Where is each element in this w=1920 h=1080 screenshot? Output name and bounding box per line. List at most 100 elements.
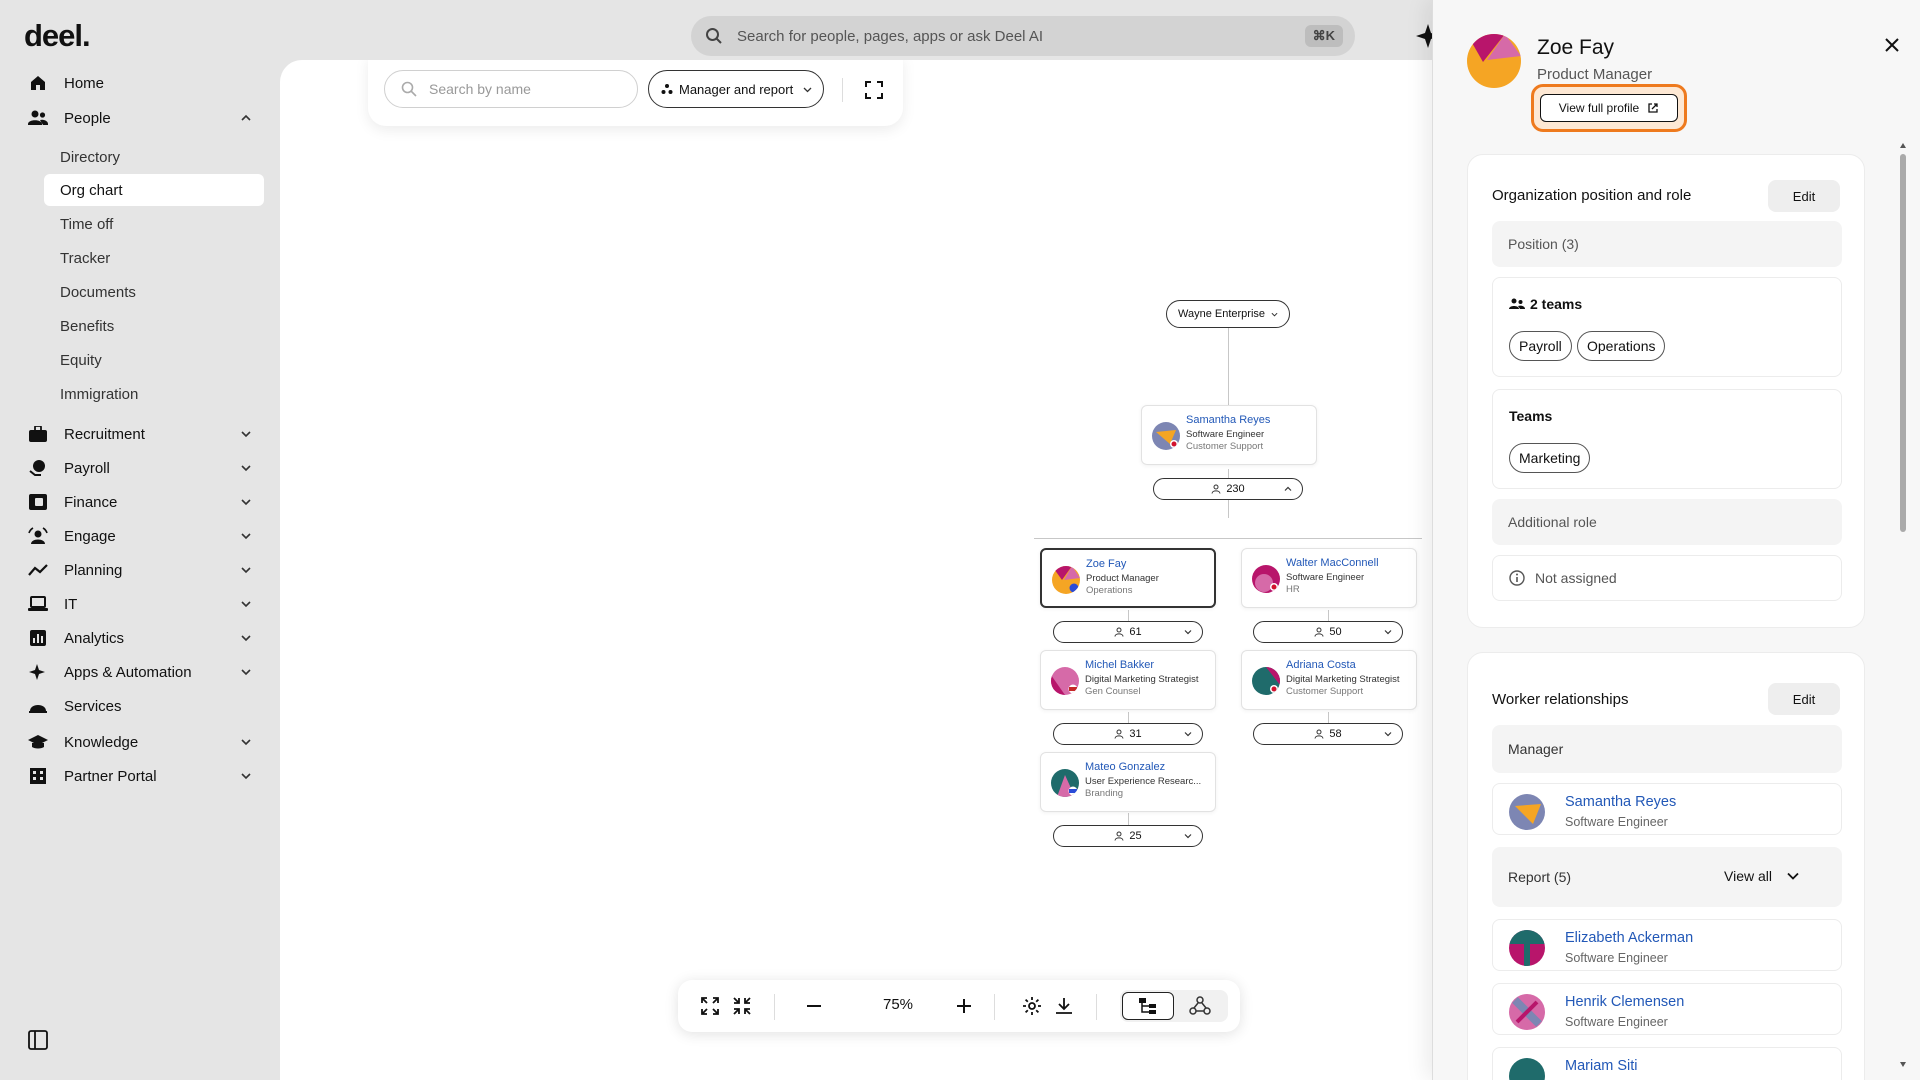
org-card-samantha-reyes[interactable]: Samantha Reyes Software Engineer Custome…: [1141, 405, 1317, 465]
reports-count-toggle[interactable]: 58: [1253, 723, 1403, 745]
teams-count-label: 2 teams: [1509, 296, 1582, 312]
sidebar-item-documents[interactable]: Documents: [44, 276, 264, 308]
gear-icon[interactable]: [1020, 994, 1044, 1018]
sidebar-item-time-off[interactable]: Time off: [44, 208, 264, 240]
sidebar-item-benefits[interactable]: Benefits: [44, 310, 264, 342]
connector-line: [1034, 538, 1422, 539]
chevron-down-icon[interactable]: [239, 735, 253, 749]
chevron-down-icon: [803, 87, 812, 92]
chevron-down-icon[interactable]: [239, 631, 253, 645]
org-card-zoe-fay[interactable]: Zoe Fay Product Manager Operations: [1040, 548, 1216, 608]
card-role: Digital Marketing Strategist: [1085, 674, 1199, 685]
sidebar-item-apps-automation[interactable]: Apps & Automation: [28, 657, 253, 687]
sidebar-item-finance[interactable]: Finance: [28, 487, 253, 517]
sidebar-item-knowledge[interactable]: Knowledge: [28, 727, 253, 757]
card-role: Software Engineer: [1286, 572, 1365, 583]
avatar: [1052, 566, 1080, 594]
chevron-down-icon[interactable]: [239, 665, 253, 679]
sidebar-item-planning[interactable]: Planning: [28, 555, 253, 585]
view-profile-highlight: View full profile: [1531, 84, 1687, 132]
edit-relationships-button[interactable]: Edit: [1768, 683, 1840, 715]
sidebar-item-directory[interactable]: Directory: [44, 141, 264, 173]
reports-count-toggle[interactable]: 31: [1053, 723, 1203, 745]
org-card-walter-macconnell[interactable]: Walter MacConnell Software Engineer HR: [1241, 548, 1417, 608]
chevron-down-icon[interactable]: [239, 563, 253, 577]
teams-label: Teams: [1509, 408, 1553, 424]
sidebar-item-org-chart[interactable]: Org chart: [44, 174, 264, 206]
profile-name: Zoe Fay: [1537, 36, 1615, 59]
sidebar-item-payroll[interactable]: Payroll: [28, 453, 253, 483]
org-card-michel-bakker[interactable]: Michel Bakker Digital Marketing Strategi…: [1040, 650, 1216, 710]
org-position-section: Organization position and role Edit Posi…: [1467, 154, 1865, 628]
expand-all-icon[interactable]: [698, 994, 722, 1018]
sidebar-item-it[interactable]: IT: [28, 589, 253, 619]
chevron-down-icon[interactable]: [239, 597, 253, 611]
reports-count-toggle[interactable]: 50: [1253, 621, 1403, 643]
sidebar-item-label: Engage: [64, 527, 116, 545]
report-person-row[interactable]: Mariam Siti: [1492, 1047, 1842, 1080]
view-all-button[interactable]: View all: [1724, 868, 1800, 884]
scrollbar-thumb[interactable]: [1900, 154, 1906, 532]
sidebar-item-immigration[interactable]: Immigration: [44, 378, 264, 410]
collapse-all-icon[interactable]: [730, 994, 754, 1018]
close-icon[interactable]: [1883, 36, 1901, 54]
sidebar-toggle-icon[interactable]: [28, 1030, 48, 1050]
sidebar-item-label: Recruitment: [64, 425, 145, 443]
team-chip-marketing[interactable]: Marketing: [1509, 443, 1591, 473]
zoom-out-icon[interactable]: [802, 994, 826, 1018]
profile-side-panel: Zoe Fay Product Manager View full profil…: [1432, 0, 1920, 1080]
sidebar-item-recruitment[interactable]: Recruitment: [28, 419, 253, 449]
org-root-selector[interactable]: Wayne Enterprise: [1166, 300, 1290, 328]
view-full-profile-button[interactable]: View full profile: [1540, 94, 1678, 122]
chevron-up-icon[interactable]: [239, 111, 253, 125]
position-row[interactable]: Position (3): [1492, 221, 1842, 267]
team-chip-operations[interactable]: Operations: [1577, 331, 1666, 361]
additional-role-row[interactable]: Additional role: [1492, 499, 1842, 545]
payroll-icon: [28, 458, 48, 478]
reports-count-toggle[interactable]: 230: [1153, 478, 1303, 500]
chevron-down-icon[interactable]: [239, 495, 253, 509]
edit-org-button[interactable]: Edit: [1768, 180, 1840, 212]
sidebar-item-analytics[interactable]: Analytics: [28, 623, 253, 653]
finance-icon: [28, 492, 48, 512]
zoom-in-icon[interactable]: [952, 994, 976, 1018]
team-chip-payroll[interactable]: Payroll: [1509, 331, 1572, 361]
network-view-icon[interactable]: [1174, 992, 1226, 1020]
tree-view-icon[interactable]: [1122, 992, 1174, 1020]
org-card-mateo-gonzalez[interactable]: Mateo Gonzalez User Experience Researc..…: [1040, 752, 1216, 812]
org-chart-canvas[interactable]: Search by name Manager and report Wayne …: [280, 60, 1440, 1080]
person-icon: [1314, 627, 1324, 637]
sidebar-item-partner-portal[interactable]: Partner Portal: [28, 761, 253, 791]
sidebar-item-tracker[interactable]: Tracker: [44, 242, 264, 274]
sidebar-item-label: Planning: [64, 561, 123, 579]
card-team: Customer Support: [1186, 441, 1264, 452]
search-placeholder: Search for people, pages, apps or ask De…: [737, 27, 1044, 45]
person-name: Mariam Siti: [1565, 1058, 1638, 1074]
sidebar-item-label: Services: [64, 697, 122, 715]
sidebar-item-home[interactable]: Home: [28, 68, 253, 98]
name-search-input[interactable]: Search by name: [384, 70, 638, 108]
avatar: [1051, 769, 1079, 797]
sidebar-item-equity[interactable]: Equity: [44, 344, 264, 376]
reports-count-toggle[interactable]: 25: [1053, 825, 1203, 847]
reports-header-row: Report (5) View all: [1492, 847, 1842, 907]
chevron-down-icon[interactable]: [239, 427, 253, 441]
sidebar-item-people[interactable]: People: [28, 103, 253, 133]
org-card-adriana-costa[interactable]: Adriana Costa Digital Marketing Strategi…: [1241, 650, 1417, 710]
chevron-down-icon[interactable]: [239, 529, 253, 543]
sparkle-icon: [28, 662, 48, 682]
global-search-input[interactable]: Search for people, pages, apps or ask De…: [691, 16, 1355, 56]
manager-person-row[interactable]: Samantha Reyes Software Engineer: [1492, 783, 1842, 835]
view-mode-select[interactable]: Manager and report: [648, 70, 824, 108]
download-icon[interactable]: [1052, 994, 1076, 1018]
report-person-row[interactable]: Henrik Clemensen Software Engineer: [1492, 983, 1842, 1035]
chevron-down-icon[interactable]: [239, 461, 253, 475]
chevron-down-icon[interactable]: [239, 769, 253, 783]
sidebar-item-engage[interactable]: Engage: [28, 521, 253, 551]
fullscreen-icon[interactable]: [864, 80, 884, 100]
deel-logo[interactable]: deel.: [24, 18, 91, 54]
report-person-row[interactable]: Elizabeth Ackerman Software Engineer: [1492, 919, 1842, 971]
reports-count-toggle[interactable]: 61: [1053, 621, 1203, 643]
services-icon: [28, 696, 48, 716]
sidebar-item-services[interactable]: Services: [28, 691, 253, 721]
